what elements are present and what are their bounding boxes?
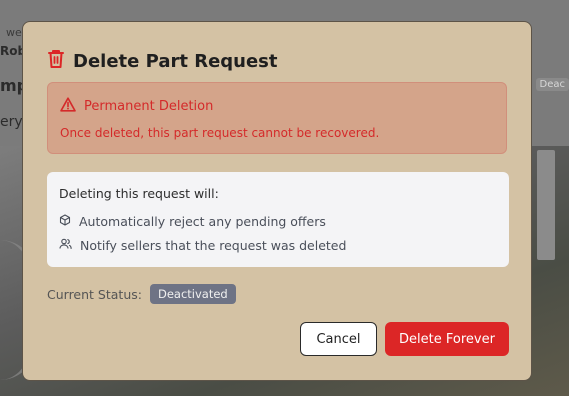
consequences-panel: Deleting this request will: Automaticall…: [47, 172, 509, 267]
status-badge: Deactivated: [149, 284, 236, 304]
users-icon: [59, 238, 72, 253]
warning-icon: [60, 97, 76, 116]
background-status-badge: Deac: [535, 78, 569, 91]
list-item-text: Automatically reject any pending offers: [79, 214, 326, 229]
dialog-title: Delete Part Request: [73, 50, 278, 72]
alert-title: Permanent Deletion: [84, 99, 214, 114]
list-item: Notify sellers that the request was dele…: [59, 238, 346, 253]
cube-icon: [59, 214, 71, 229]
list-item: Automatically reject any pending offers: [59, 214, 326, 229]
delete-forever-button[interactable]: Delete Forever: [385, 322, 509, 356]
trash-icon: [47, 48, 65, 74]
alert-message: Once deleted, this part request cannot b…: [60, 126, 380, 140]
alert-header: Permanent Deletion: [60, 97, 213, 116]
status-label: Current Status:: [47, 286, 142, 302]
background-text: ery: [0, 114, 23, 130]
warning-alert: Permanent Deletion Once deleted, this pa…: [47, 82, 507, 154]
background-text: we: [6, 26, 22, 39]
background-shape: [537, 150, 555, 260]
list-item-text: Notify sellers that the request was dele…: [80, 238, 347, 253]
delete-dialog: Delete Part Request Permanent Deletion O…: [22, 21, 532, 381]
dialog-header: Delete Part Request: [47, 48, 278, 74]
cancel-button[interactable]: Cancel: [300, 322, 377, 356]
status-row: Current Status: Deactivated: [47, 284, 236, 304]
consequences-heading: Deleting this request will:: [59, 186, 219, 201]
